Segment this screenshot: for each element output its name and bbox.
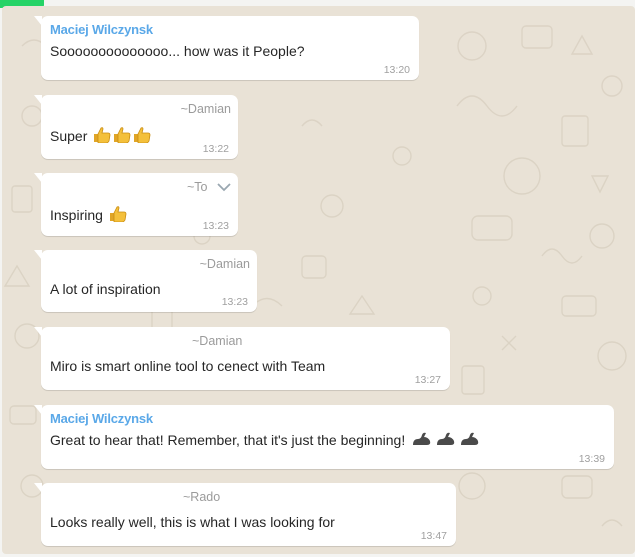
message-time: 13:22 xyxy=(202,143,229,155)
thumbs-up-icon xyxy=(113,127,131,147)
chevron-down-icon[interactable] xyxy=(217,180,231,196)
message-text: Soooooooooooooo... how was it People? xyxy=(50,43,305,59)
message-bubble[interactable]: ~Rado Looks really well, this is what I … xyxy=(34,483,456,546)
message-time: 13:47 xyxy=(420,530,447,542)
message-text-content: Inspiring xyxy=(50,206,103,223)
message-text: Miro is smart online tool to cenect with… xyxy=(50,358,326,374)
bubble-tail xyxy=(34,95,42,105)
message-time: 13:23 xyxy=(202,220,229,232)
bubble-tail xyxy=(34,250,42,260)
message-bubble[interactable]: Maciej Wilczynsk Soooooooooooooo... how … xyxy=(34,16,419,80)
bubble-tail xyxy=(34,16,42,26)
thumbs-up-icon xyxy=(93,127,111,147)
sender-name[interactable]: Maciej Wilczynsk xyxy=(50,411,607,427)
bubble-tail xyxy=(34,483,42,493)
sender-contact-text[interactable]: ~To xyxy=(187,180,208,194)
message-bubble[interactable]: ~Damian Miro is smart online tool to cen… xyxy=(34,327,450,390)
message-time: 13:23 xyxy=(221,296,248,308)
sender-contact[interactable]: ~Damian xyxy=(50,101,231,117)
bubble-tail xyxy=(34,405,42,415)
message-bubble[interactable]: ~To Inspiring 13:23 xyxy=(34,173,238,236)
sender-contact[interactable]: ~Rado xyxy=(50,489,449,505)
chat-area[interactable]: Maciej Wilczynsk Soooooooooooooo... how … xyxy=(2,6,635,554)
message-bubble[interactable]: Maciej Wilczynsk Great to hear that! Rem… xyxy=(34,405,614,469)
thumbs-up-icon xyxy=(109,205,127,226)
bubble-tail xyxy=(34,173,42,183)
thumbs-up-icon xyxy=(133,127,151,147)
flexed-biceps-icon xyxy=(459,431,481,451)
message-time: 13:39 xyxy=(578,453,605,465)
message-text-content: Great to hear that! Remember, that it's … xyxy=(50,432,406,448)
message-text-content: Super xyxy=(50,128,88,144)
sender-name[interactable]: Maciej Wilczynsk xyxy=(50,22,412,38)
flexed-biceps-icon xyxy=(435,431,457,451)
message-time: 13:20 xyxy=(383,64,410,76)
message-text: A lot of inspiration xyxy=(50,281,161,297)
sender-contact[interactable]: ~Damian xyxy=(50,256,250,272)
message-bubble[interactable]: ~Damian Super 13:22 xyxy=(34,95,238,159)
message-text: Great to hear that! Remember, that it's … xyxy=(50,431,607,451)
sender-contact[interactable]: ~Damian xyxy=(50,333,443,349)
message-time: 13:27 xyxy=(414,374,441,386)
message-bubble[interactable]: ~Damian A lot of inspiration 13:23 xyxy=(34,250,257,312)
sender-contact: ~To xyxy=(50,179,231,196)
message-text: Looks really well, this is what I was lo… xyxy=(50,514,335,530)
bubble-tail xyxy=(34,327,42,337)
flexed-biceps-icon xyxy=(411,431,433,451)
